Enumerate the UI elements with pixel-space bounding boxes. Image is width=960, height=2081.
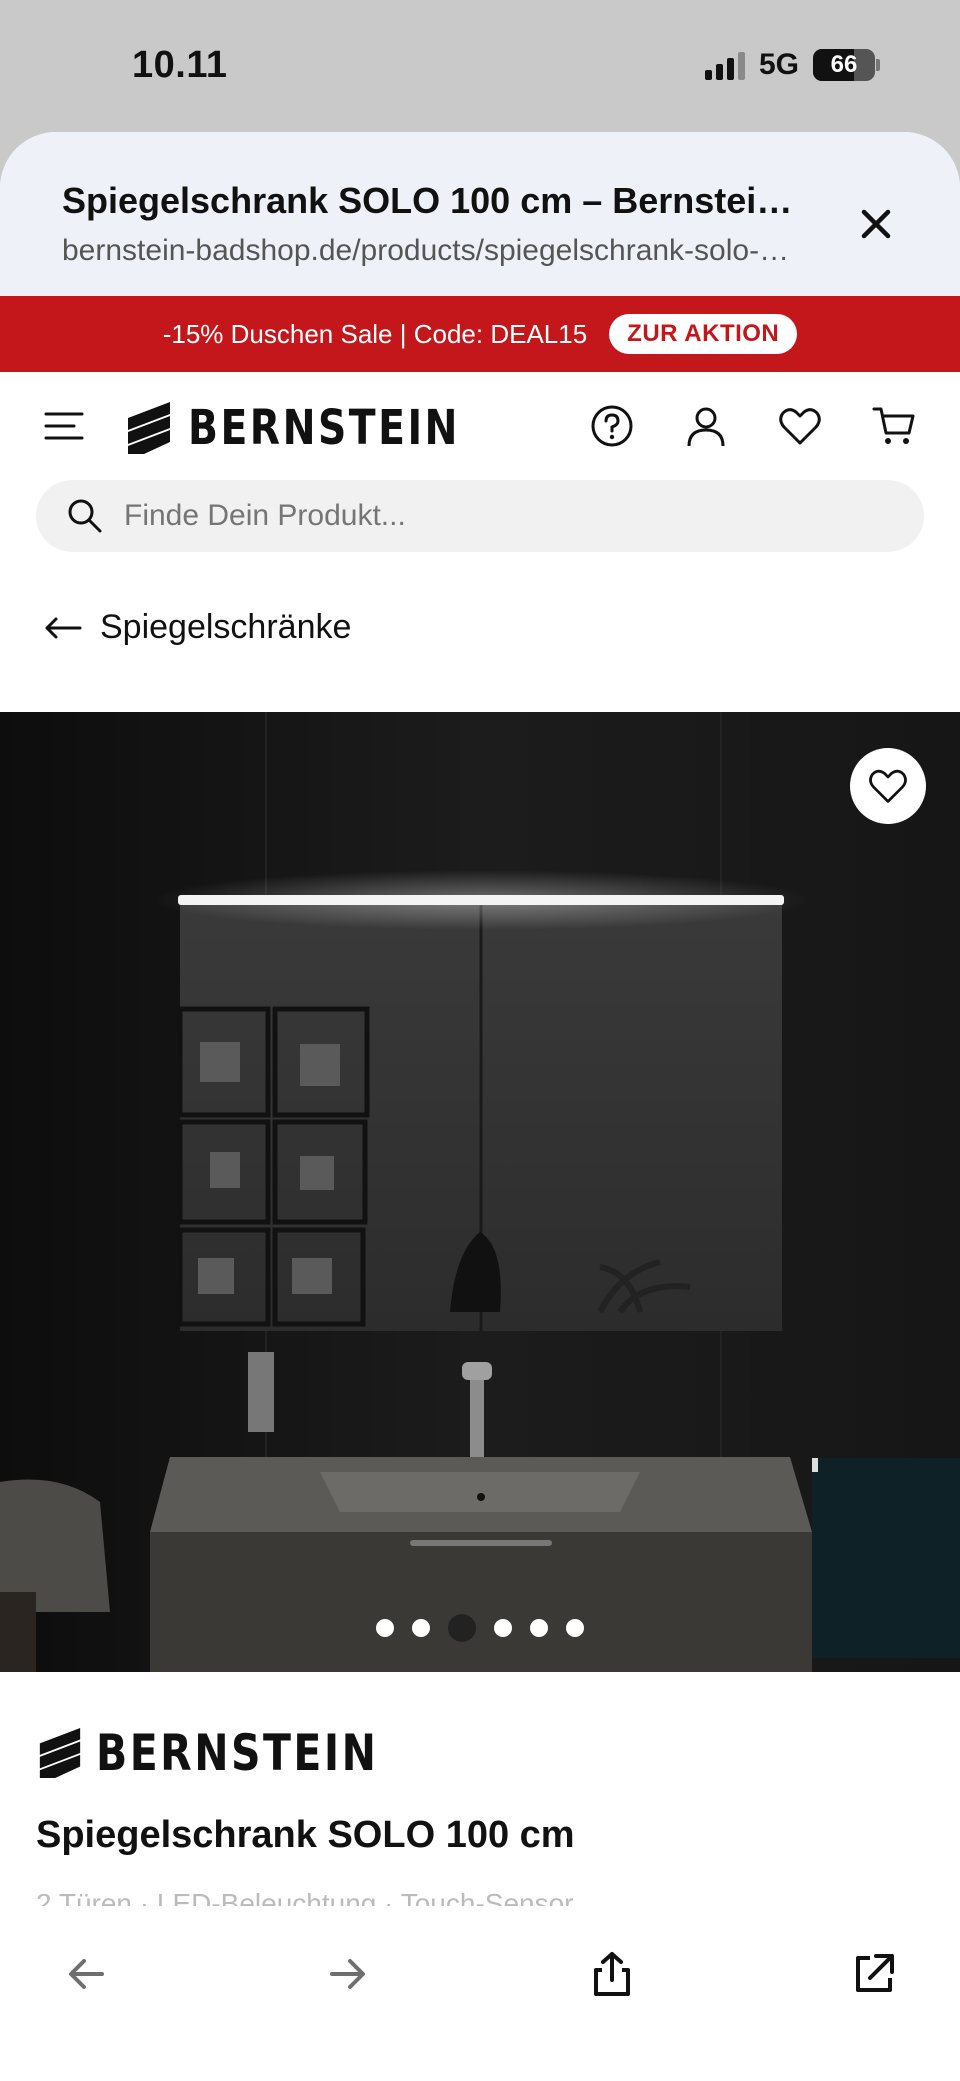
gallery-dot[interactable]	[566, 1619, 584, 1637]
back-arrow-icon[interactable]	[62, 1950, 110, 1998]
status-indicators: 5G 66	[704, 48, 880, 82]
header-icons	[590, 404, 916, 448]
product-image-gallery[interactable]	[0, 712, 960, 1672]
arrow-left-icon	[45, 617, 82, 638]
gallery-dot[interactable]	[530, 1619, 548, 1637]
gallery-dot[interactable]	[494, 1619, 512, 1637]
brand-name: BERNSTEIN	[96, 1724, 379, 1782]
status-bar: 10.11 5G 66	[0, 0, 960, 132]
page-title: Spiegelschrank SOLO 100 cm – Bernstein B…	[62, 180, 802, 221]
menu-icon[interactable]	[44, 410, 84, 442]
help-icon[interactable]	[590, 404, 634, 448]
search-input[interactable]	[124, 499, 884, 533]
gallery-dot[interactable]	[412, 1619, 430, 1637]
account-icon[interactable]	[684, 404, 728, 448]
product-title: Spiegelschrank SOLO 100 cm	[36, 1814, 575, 1856]
promo-button[interactable]: ZUR AKTION	[609, 314, 798, 354]
breadcrumb[interactable]: Spiegelschränke	[44, 608, 351, 647]
cellular-signal-icon	[704, 50, 745, 80]
gallery-dot[interactable]	[376, 1619, 394, 1637]
status-time: 10.11	[132, 44, 228, 86]
product-subtitle: 2 Türen · LED-Beleuchtung · Touch-Sensor	[36, 1888, 574, 1906]
add-to-wishlist-button[interactable]	[850, 748, 926, 824]
search-bar[interactable]	[36, 480, 924, 552]
open-external-icon[interactable]	[850, 1950, 898, 1998]
browser-sheet: Spiegelschrank SOLO 100 cm – Bernstein B…	[0, 132, 960, 2081]
brand-logo-mark-icon	[39, 1728, 81, 1778]
breadcrumb-label: Spiegelschränke	[100, 608, 352, 646]
site-logo[interactable]: BERNSTEIN	[124, 400, 520, 456]
gallery-pagination	[0, 1614, 960, 1642]
gallery-dot[interactable]	[448, 1614, 476, 1642]
cart-icon[interactable]	[872, 404, 916, 448]
battery-level: 66	[813, 49, 875, 81]
site-header: BERNSTEIN	[0, 372, 960, 480]
product-image	[0, 712, 960, 1672]
network-type: 5G	[758, 48, 799, 81]
search-icon	[68, 499, 102, 533]
logo-text: BERNSTEIN	[188, 400, 460, 456]
browser-toolbar	[0, 1914, 960, 2081]
forward-arrow-icon[interactable]	[324, 1950, 372, 1998]
promo-banner: -15% Duschen Sale | Code: DEAL15 ZUR AKT…	[0, 296, 960, 372]
promo-text: -15% Duschen Sale | Code: DEAL15	[162, 318, 588, 349]
heart-icon	[869, 769, 907, 803]
page-url[interactable]: bernstein-badshop.de/products/spiegelsch…	[62, 234, 802, 268]
wishlist-icon[interactable]	[778, 404, 822, 448]
close-icon[interactable]	[856, 204, 896, 244]
product-brand-logo[interactable]: BERNSTEIN	[36, 1724, 440, 1782]
logo-mark-icon	[128, 402, 170, 454]
sheet-header: Spiegelschrank SOLO 100 cm – Bernstein B…	[0, 132, 960, 296]
battery-icon: 66	[813, 49, 880, 81]
share-icon[interactable]	[588, 1950, 636, 1998]
